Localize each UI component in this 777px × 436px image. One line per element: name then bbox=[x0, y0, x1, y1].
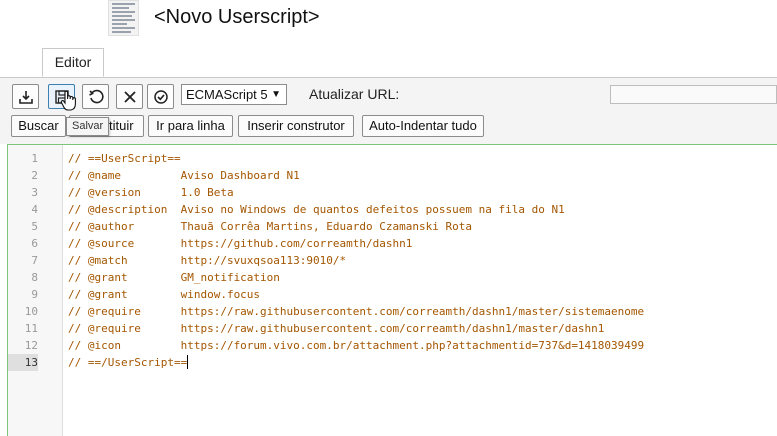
code-line: // @description Aviso no Windows de quan… bbox=[68, 203, 565, 216]
code-line: // @grant GM_notification bbox=[68, 271, 280, 284]
page-title: <Novo Userscript> bbox=[154, 6, 320, 28]
lint-check-button[interactable] bbox=[147, 84, 174, 109]
code-line: // @require https://raw.githubuserconten… bbox=[68, 305, 645, 318]
line-number-gutter: 1 2 3 4 5 6 7 8 9 10 11 12 13 bbox=[8, 145, 63, 436]
code-editor[interactable]: 1 2 3 4 5 6 7 8 9 10 11 12 13 // ==UserS… bbox=[7, 144, 777, 436]
line-number: 10 bbox=[24, 305, 38, 318]
close-button[interactable] bbox=[116, 84, 143, 109]
hand-cursor-icon bbox=[60, 90, 76, 111]
line-number: 2 bbox=[31, 169, 38, 182]
code-line: // @name Aviso Dashboard N1 bbox=[68, 169, 300, 182]
download-button[interactable] bbox=[12, 84, 39, 109]
line-number: 3 bbox=[31, 186, 38, 199]
line-number: 9 bbox=[31, 288, 38, 301]
line-number: 6 bbox=[31, 237, 38, 250]
code-line: // @source https://github.com/correamth/… bbox=[68, 237, 413, 250]
line-number: 8 bbox=[31, 271, 38, 284]
editor-toolbar: ECMAScript 5 ▼ Atualizar URL: Buscar Sub… bbox=[0, 78, 777, 144]
language-select-value: ECMAScript 5 bbox=[186, 87, 268, 102]
line-number: 7 bbox=[31, 254, 38, 267]
tab-bar: Editor bbox=[0, 48, 777, 78]
line-number: 12 bbox=[24, 339, 38, 352]
code-line-text: // ==/UserScript== bbox=[68, 356, 188, 369]
save-tooltip: Salvar bbox=[66, 117, 109, 136]
update-url-input[interactable] bbox=[610, 85, 777, 104]
line-number: 1 bbox=[31, 152, 38, 165]
check-icon bbox=[154, 90, 168, 104]
update-url-label: Atualizar URL: bbox=[309, 86, 400, 102]
close-icon bbox=[124, 91, 136, 103]
script-thumbnail-icon bbox=[108, 0, 139, 36]
line-number-active: 13 bbox=[8, 354, 38, 371]
line-number: 5 bbox=[31, 220, 38, 233]
reset-icon bbox=[89, 89, 104, 104]
code-line: // @version 1.0 Beta bbox=[68, 186, 234, 199]
search-button[interactable]: Buscar bbox=[11, 115, 66, 137]
dropdown-arrow-icon: ▼ bbox=[271, 89, 281, 100]
language-select[interactable]: ECMAScript 5 ▼ bbox=[181, 84, 287, 105]
code-line-active: // ==/UserScript== bbox=[68, 354, 189, 371]
goto-line-button[interactable]: Ir para linha bbox=[148, 115, 233, 137]
line-number: 4 bbox=[31, 203, 38, 216]
code-line: // @grant window.focus bbox=[68, 288, 261, 301]
code-line: // @require https://raw.githubuserconten… bbox=[68, 322, 605, 335]
line-number: 11 bbox=[24, 322, 38, 335]
text-caret bbox=[187, 355, 189, 369]
header: <Novo Userscript> bbox=[0, 0, 777, 48]
code-line: // @icon https://forum.vivo.com.br/attac… bbox=[68, 339, 645, 352]
reset-button[interactable] bbox=[82, 84, 109, 109]
tab-editor[interactable]: Editor bbox=[42, 48, 104, 77]
code-line: // ==UserScript== bbox=[68, 152, 181, 165]
download-icon bbox=[19, 91, 33, 104]
code-line: // @author Thauã Corrêa Martins, Eduardo… bbox=[68, 220, 472, 233]
auto-indent-button[interactable]: Auto-Indentar tudo bbox=[362, 115, 484, 137]
insert-constructor-button[interactable]: Inserir construtor bbox=[238, 115, 354, 137]
code-line: // @match http://svuxqsoa113:9010/* bbox=[68, 254, 347, 267]
